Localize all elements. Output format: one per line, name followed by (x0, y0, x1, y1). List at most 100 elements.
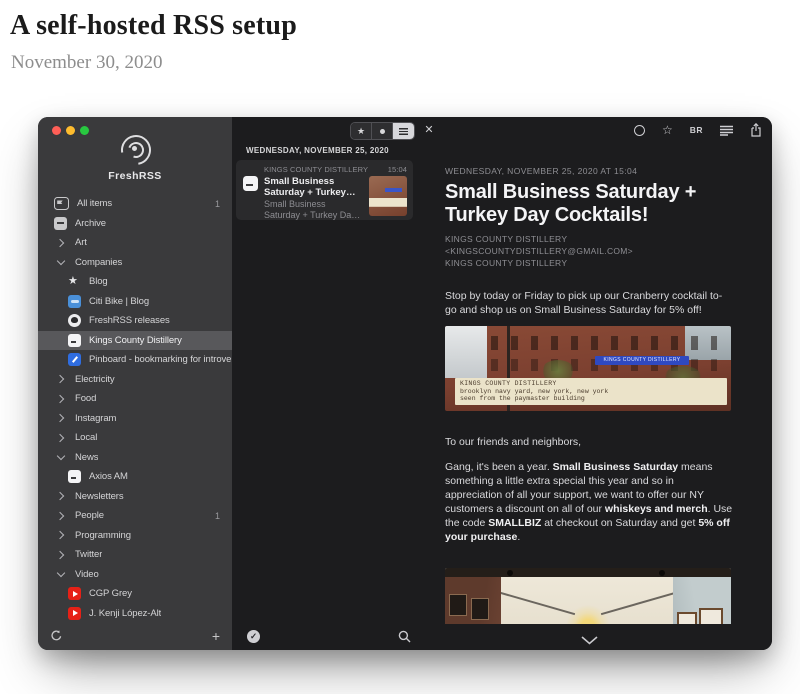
star-icon (68, 275, 81, 288)
top-toolbar: ★ ✕ ☆ BR (232, 117, 772, 143)
sidebar-item-label: Electricity (75, 374, 115, 385)
text-segment: . (517, 531, 520, 543)
github-icon (68, 314, 81, 327)
next-article-button[interactable] (581, 632, 598, 650)
article-paragraph-2: To our friends and neighbors, (445, 435, 733, 449)
feed-list: All items1Archive Art Companies BlogCiti Bi… (38, 194, 232, 623)
sidebar-item-kings-county-distillery[interactable]: Kings County Distillery (38, 331, 232, 351)
sidebar-item-citi-bike-blog[interactable]: Citi Bike | Blog (38, 292, 232, 312)
sidebar-item-people[interactable]: People1 (38, 506, 232, 526)
sidebar-item-label: Newsletters (75, 491, 124, 502)
sidebar-item-label: Kings County Distillery (89, 335, 182, 346)
mark-all-read-button[interactable]: ✓ (247, 630, 260, 643)
add-feed-button[interactable]: + (212, 629, 220, 643)
chevron-right-icon (54, 490, 67, 503)
close-filter-button[interactable]: ✕ (421, 122, 437, 138)
sidebar-item-food[interactable]: Food (38, 389, 232, 409)
filter-all-button[interactable] (393, 123, 414, 139)
share-button[interactable] (750, 123, 762, 137)
building-photo-windows-top (491, 336, 717, 350)
article-thumbnail (369, 176, 407, 216)
sidebar-item-label: J. Kenji López-Alt (89, 608, 161, 619)
feed-icon (68, 470, 81, 483)
chevron-right-icon (54, 548, 67, 561)
sidebar-item-archive[interactable]: Archive (38, 214, 232, 234)
page-title: A self-hosted RSS setup (10, 10, 297, 42)
sidebar-item-label: Instagram (75, 413, 116, 424)
filter-starred-button[interactable]: ★ (351, 123, 372, 139)
sidebar-item-label: Video (75, 569, 99, 580)
sidebar-item-blog[interactable]: Blog (38, 272, 232, 292)
article-list-item[interactable]: KINGS COUNTY DISTILLERY 15:04 Small Busi… (236, 160, 413, 220)
interior-photo-picture-frame-2 (699, 608, 723, 624)
sidebar-item-cgp-grey[interactable]: CGP Grey (38, 584, 232, 604)
sidebar-item-axios-am[interactable]: Axios AM (38, 467, 232, 487)
sidebar-item-label: Food (75, 393, 96, 404)
youtube-icon (68, 587, 81, 600)
sidebar-item-label: Programming (75, 530, 131, 541)
sidebar-item-pinboard-bookmarking-for-introverts[interactable]: Pinboard - bookmarking for introverts (38, 350, 232, 370)
sidebar-item-label: FreshRSS releases (89, 315, 170, 326)
article-list: WEDNESDAY, NOVEMBER 25, 2020 KINGS COUNT… (232, 143, 445, 624)
sidebar-item-twitter[interactable]: Twitter (38, 545, 232, 565)
refresh-icon (50, 629, 63, 642)
refresh-button[interactable] (50, 629, 63, 644)
sidebar-item-newsletters[interactable]: Newsletters (38, 487, 232, 507)
sidebar-item-j-kenji-l-pez-alt[interactable]: J. Kenji López-Alt (38, 604, 232, 624)
sidebar-item-video[interactable]: Video (38, 565, 232, 585)
article-summary-button[interactable] (720, 125, 733, 136)
sidebar-item-instagram[interactable]: Instagram (38, 409, 232, 429)
sidebar-item-local[interactable]: Local (38, 428, 232, 448)
unread-count: 1 (215, 511, 220, 521)
article-snippet: Small Business Saturday + Turkey Day Coc… (264, 199, 364, 220)
sidebar-item-label: Art (75, 237, 87, 248)
reader-from-line: KINGS COUNTY DISTILLERY <KINGSCOUNTYDIST… (445, 233, 733, 257)
interior-photo-picture-frame (677, 612, 697, 624)
reading-pane: WEDNESDAY, NOVEMBER 25, 2020 AT 15:04 Sm… (445, 143, 733, 624)
article-source: KINGS COUNTY DISTILLERY (264, 165, 368, 174)
reader-date-line: WEDNESDAY, NOVEMBER 25, 2020 AT 15:04 (445, 166, 733, 176)
filter-unread-button[interactable] (372, 123, 393, 139)
all-items-icon (54, 197, 69, 210)
sidebar-item-companies[interactable]: Companies (38, 253, 232, 273)
star-icon: ★ (357, 127, 365, 136)
chevron-right-icon (54, 373, 67, 386)
sidebar-item-all-items[interactable]: All items1 (38, 194, 232, 214)
sidebar-item-label: Local (75, 432, 97, 443)
photo-caption: KINGS COUNTY DISTILLERY brooklyn navy ya… (455, 378, 727, 406)
article-time: 15:04 (388, 165, 407, 174)
article-title: Small Business Saturday + Turkey Day Coc… (264, 176, 364, 198)
chevron-right-icon (54, 509, 67, 522)
feed-favicon-icon (243, 176, 258, 191)
sidebar-item-label: Axios AM (89, 471, 128, 482)
bold-text-segment: SMALLBIZ (488, 517, 541, 529)
mark-read-button[interactable] (634, 125, 645, 136)
sidebar-item-label: Companies (75, 257, 122, 268)
pinboard-icon (68, 353, 81, 366)
sidebar-item-electricity[interactable]: Electricity (38, 370, 232, 390)
blog-page: A self-hosted RSS setup November 30, 202… (0, 0, 800, 694)
bold-text-segment: Small Business Saturday (553, 461, 678, 473)
sidebar-item-label: News (75, 452, 98, 463)
sidebar: FreshRSS All items1ArchiveArtCompaniesBl… (38, 117, 232, 650)
chevron-right-icon (54, 392, 67, 405)
sidebar-item-news[interactable]: News (38, 448, 232, 468)
sidebar-item-label: CGP Grey (89, 588, 132, 599)
article-image-interior (445, 568, 731, 624)
sidebar-item-freshrss-releases[interactable]: FreshRSS releases (38, 311, 232, 331)
text-segment: Gang, it's been a year. (445, 461, 553, 473)
distillery-sign: KINGS COUNTY DISTILLERY (595, 356, 689, 365)
sidebar-item-art[interactable]: Art (38, 233, 232, 253)
chevron-down-icon (581, 636, 598, 645)
search-button[interactable] (398, 630, 411, 648)
building-photo-sky-left (445, 326, 487, 378)
list-date-header: WEDNESDAY, NOVEMBER 25, 2020 (246, 146, 445, 155)
rss-app-window: FreshRSS All items1ArchiveArtCompaniesBl… (38, 117, 772, 650)
sidebar-item-programming[interactable]: Programming (38, 526, 232, 546)
article-list-item-body: KINGS COUNTY DISTILLERY 15:04 Small Busi… (264, 165, 407, 220)
lines-icon (399, 128, 408, 135)
star-article-button[interactable]: ☆ (662, 124, 673, 136)
bold-text-segment: whiskeys and merch (605, 503, 708, 515)
bionic-reading-button[interactable]: BR (690, 125, 703, 135)
share-icon (750, 123, 762, 137)
